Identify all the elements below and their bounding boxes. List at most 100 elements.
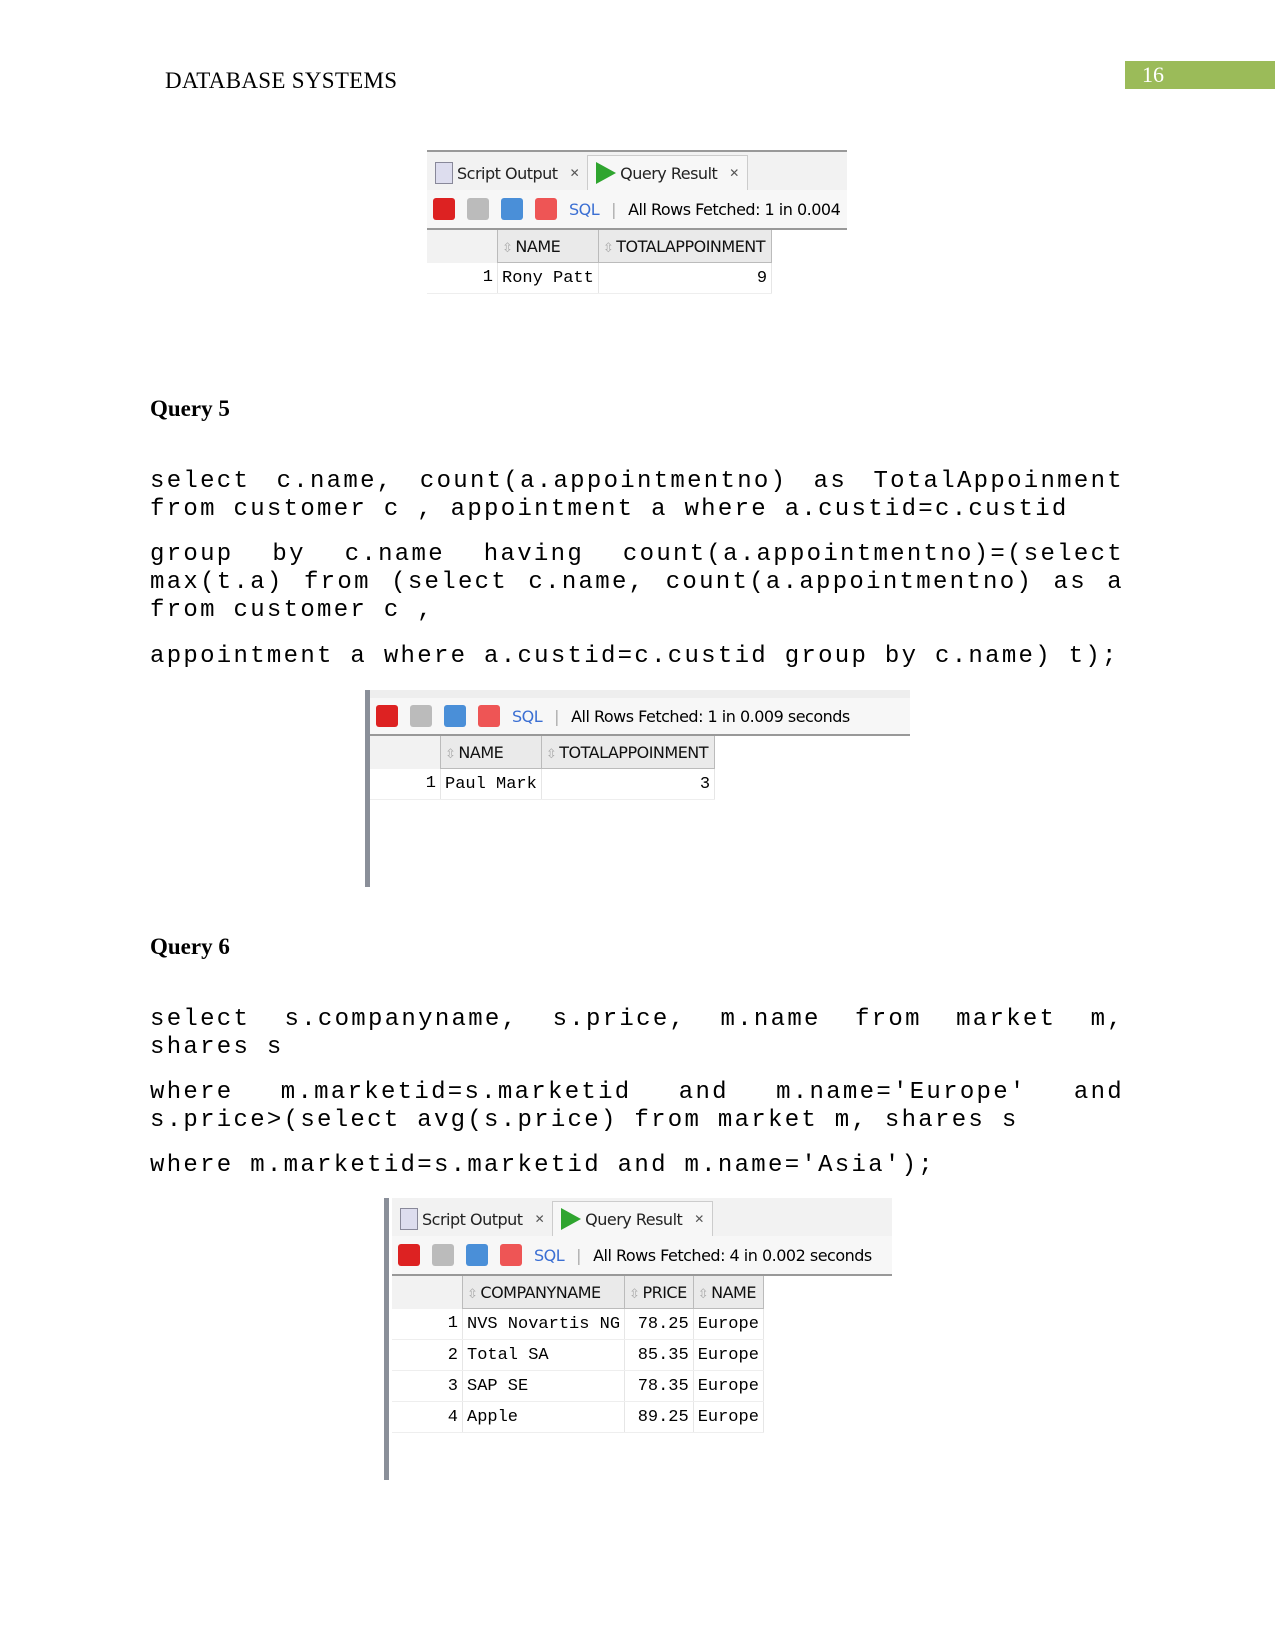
tab-label: Query Result (585, 1209, 683, 1229)
row-number: 1 (427, 262, 498, 294)
print-icon[interactable] (432, 1244, 454, 1266)
tab-script-output[interactable]: Script Output ✕ (427, 156, 587, 190)
column-label: TOTALAPPOINMENT (616, 236, 766, 256)
cell[interactable]: 3 (541, 768, 716, 800)
pin-icon[interactable] (433, 198, 455, 220)
sort-icon: ⇳ (502, 240, 513, 256)
column-header[interactable]: ⇳ COMPANYNAME (461, 1276, 626, 1309)
refresh-icon[interactable] (501, 198, 523, 220)
play-icon (596, 162, 617, 184)
document-page: DATABASE SYSTEMS 16 Script Output ✕ Query… (0, 0, 1275, 1651)
column-header[interactable]: ⇳ NAME (497, 230, 599, 263)
query-result-screenshot-1: Script Output ✕ Query Result ✕ SQL | All Ro… (427, 150, 847, 300)
sort-icon: ⇳ (445, 746, 456, 762)
column-header[interactable]: ⇳ PRICE (624, 1276, 694, 1309)
cell[interactable]: Apple (462, 1401, 626, 1433)
row-header (427, 230, 498, 263)
print-icon[interactable] (467, 198, 489, 220)
result-grid: ⇳ NAME ⇳ TOTALAPPOINMENT 1 Rony Patt 9 (427, 230, 773, 294)
row-number: 1 (370, 768, 441, 800)
tab-query-result[interactable]: Query Result ✕ (587, 155, 748, 190)
cell[interactable]: 78.35 (624, 1370, 694, 1402)
tab-label: Script Output (422, 1209, 523, 1229)
pin-icon[interactable] (376, 705, 398, 727)
column-header[interactable]: ⇳ NAME (440, 736, 542, 769)
sort-icon: ⇳ (545, 746, 557, 762)
result-toolbar: SQL | All Rows Fetched: 1 in 0.009 second… (370, 690, 910, 736)
row-number: 3 (392, 1370, 463, 1402)
cell[interactable]: Paul Mark (440, 768, 542, 800)
cell[interactable]: 78.25 (624, 1308, 694, 1340)
cell[interactable]: Rony Patt (497, 262, 599, 294)
divider: | (611, 199, 617, 219)
column-header[interactable]: ⇳ TOTALAPPOINMENT (597, 230, 773, 263)
query6-line-1: select s.companyname, s.price, m.name fr… (150, 1006, 1124, 1061)
result-grid: ⇳ NAME ⇳ TOTALAPPOINMENT 1 Paul Mark 3 (370, 736, 716, 800)
result-grid: ⇳ COMPANYNAME ⇳ PRICE ⇳ NAME 1 NVS Novartis … (392, 1276, 764, 1433)
cell[interactable]: Europe (693, 1339, 764, 1371)
column-label: NAME (458, 742, 504, 762)
query5-line-2: group by c.name having count(a.appointme… (150, 541, 1124, 624)
left-border (384, 1198, 389, 1480)
query-result-screenshot-3: Script Output ✕ Query Result ✕ SQL | All Ro… (384, 1198, 892, 1480)
column-label: NAME (711, 1282, 756, 1302)
table-row[interactable]: 1 NVS Novartis NG 78.25 Europe (392, 1308, 764, 1340)
column-header[interactable]: ⇳ NAME (692, 1276, 764, 1309)
query5-line-1: select c.name, count(a.appointmentno) as… (150, 468, 1124, 523)
query5-heading: Query 5 (150, 396, 230, 421)
tab-query-result[interactable]: Query Result ✕ (552, 1201, 713, 1236)
sql-link[interactable]: SQL (569, 200, 600, 219)
left-border (365, 690, 370, 887)
sql-link[interactable]: SQL (534, 1246, 565, 1265)
row-number: 1 (392, 1308, 463, 1340)
script-icon (400, 1208, 418, 1230)
play-icon (561, 1208, 582, 1230)
column-label: NAME (515, 236, 561, 256)
result-tabs: Script Output ✕ Query Result ✕ (392, 1198, 892, 1236)
table-row[interactable]: 2 Total SA 85.35 Europe (392, 1339, 764, 1371)
sort-icon: ⇳ (602, 240, 614, 256)
cell[interactable]: 89.25 (624, 1401, 694, 1433)
close-icon[interactable]: ✕ (570, 166, 580, 180)
cell[interactable]: Europe (693, 1308, 764, 1340)
refresh-icon[interactable] (444, 705, 466, 727)
refresh-icon[interactable] (466, 1244, 488, 1266)
status-text: All Rows Fetched: 4 in 0.002 seconds (593, 1245, 872, 1265)
table-row[interactable]: 1 Rony Patt 9 (427, 262, 773, 294)
clear-icon[interactable] (478, 705, 500, 727)
cell[interactable]: SAP SE (462, 1370, 626, 1402)
query5-line-3: appointment a where a.custid=c.custid gr… (150, 643, 1119, 670)
close-icon[interactable]: ✕ (694, 1212, 704, 1226)
cell[interactable]: 85.35 (624, 1339, 694, 1371)
table-row[interactable]: 1 Paul Mark 3 (370, 768, 716, 800)
status-text: All Rows Fetched: 1 in 0.009 seconds (571, 706, 850, 726)
cell[interactable]: NVS Novartis NG (462, 1308, 626, 1340)
clear-icon[interactable] (535, 198, 557, 220)
row-header (370, 736, 441, 769)
table-row[interactable]: 3 SAP SE 78.35 Europe (392, 1370, 764, 1402)
column-header[interactable]: ⇳ TOTALAPPOINMENT (540, 736, 716, 769)
query6-line-3: where m.marketid=s.marketid and m.name='… (150, 1152, 936, 1179)
pin-icon[interactable] (398, 1244, 420, 1266)
table-row[interactable]: 4 Apple 89.25 Europe (392, 1401, 764, 1433)
column-label: PRICE (642, 1282, 687, 1302)
print-icon[interactable] (410, 705, 432, 727)
tab-label: Query Result (620, 163, 718, 183)
cell[interactable]: Europe (693, 1370, 764, 1402)
cell[interactable]: Total SA (462, 1339, 626, 1371)
clear-icon[interactable] (500, 1244, 522, 1266)
close-icon[interactable]: ✕ (535, 1212, 545, 1226)
tab-script-output[interactable]: Script Output ✕ (392, 1202, 552, 1236)
column-label: TOTALAPPOINMENT (559, 742, 709, 762)
script-icon (435, 162, 453, 184)
row-number: 4 (392, 1401, 463, 1433)
close-icon[interactable]: ✕ (729, 166, 739, 180)
cell[interactable]: 9 (598, 262, 773, 294)
page-number: 16 (1125, 61, 1275, 89)
cell[interactable]: Europe (693, 1401, 764, 1433)
sql-link[interactable]: SQL (512, 707, 543, 726)
result-toolbar: SQL | All Rows Fetched: 4 in 0.002 second… (392, 1236, 892, 1276)
tab-label: Script Output (457, 163, 558, 183)
divider: | (554, 706, 560, 726)
row-header (392, 1276, 463, 1309)
